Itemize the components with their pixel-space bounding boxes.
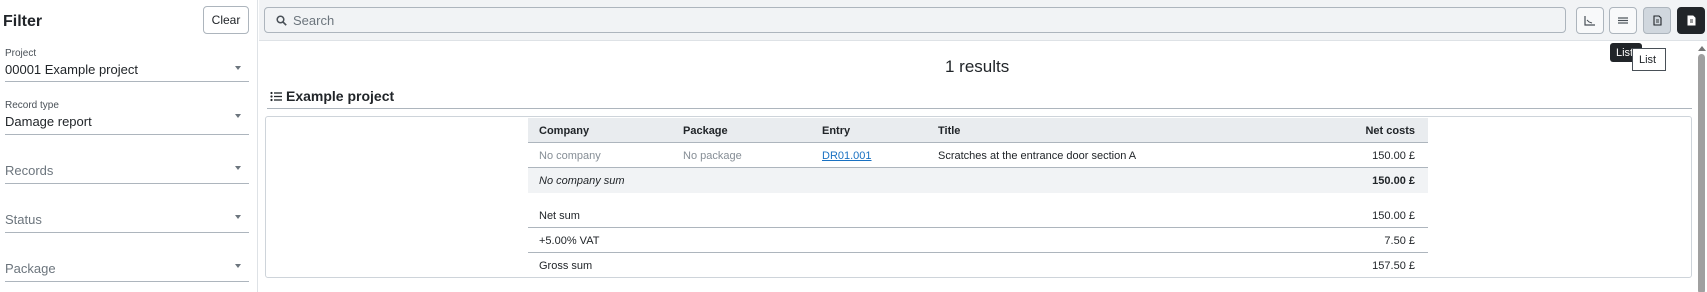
col-net-costs: Net costs bbox=[1365, 125, 1415, 137]
table-row: No company No package DR01.001 Scratches… bbox=[528, 143, 1428, 168]
chevron-down-icon bbox=[235, 114, 241, 118]
cell-package: No package bbox=[683, 150, 742, 162]
net-sum-row: Net sum 150.00 £ bbox=[528, 203, 1428, 228]
chevron-down-icon bbox=[235, 66, 241, 70]
record-type-value: Damage report bbox=[5, 114, 92, 129]
filter-sidebar: Filter Clear Project 00001 Example proje… bbox=[0, 0, 258, 292]
results-count: 1 results bbox=[945, 57, 1010, 76]
list-tooltip: List bbox=[1632, 48, 1666, 71]
subtotal-value: 150.00 £ bbox=[1372, 175, 1415, 187]
record-type-label: Record type bbox=[5, 100, 59, 111]
chart-view-button[interactable] bbox=[1576, 7, 1604, 34]
project-value: 00001 Example project bbox=[5, 62, 138, 77]
chevron-down-icon bbox=[235, 215, 241, 219]
gross-sum-value: 157.50 £ bbox=[1372, 260, 1415, 272]
package-select[interactable]: Package bbox=[5, 254, 249, 282]
net-sum-value: 150.00 £ bbox=[1372, 210, 1415, 222]
cell-net-costs: 150.00 £ bbox=[1372, 150, 1415, 162]
project-label: Project bbox=[5, 48, 37, 59]
table-header-row: Company Package Entry Title Net costs bbox=[528, 118, 1428, 143]
cell-company: No company bbox=[539, 150, 601, 162]
vat-value: 7.50 £ bbox=[1384, 235, 1415, 247]
search-input[interactable] bbox=[293, 10, 1553, 30]
search-icon bbox=[276, 15, 287, 26]
col-entry: Entry bbox=[822, 125, 851, 137]
export-document-button[interactable] bbox=[1677, 7, 1705, 34]
clear-button[interactable]: Clear bbox=[203, 6, 249, 34]
list-view-button[interactable] bbox=[1609, 7, 1637, 34]
col-title: Title bbox=[938, 125, 961, 137]
document-view-button[interactable] bbox=[1643, 7, 1671, 34]
chevron-down-icon bbox=[235, 264, 241, 268]
subtotal-row: No company sum 150.00 £ bbox=[528, 168, 1428, 193]
chart-icon bbox=[1584, 16, 1595, 26]
records-placeholder: Records bbox=[5, 163, 54, 178]
section-title: Example project bbox=[286, 88, 395, 104]
cell-title: Scratches at the entrance door section A bbox=[938, 150, 1137, 162]
list-icon bbox=[270, 91, 282, 102]
vat-row: +5.00% VAT 7.50 £ bbox=[528, 228, 1428, 253]
scrollbar-thumb[interactable] bbox=[1698, 54, 1705, 292]
gross-sum-label: Gross sum bbox=[539, 260, 593, 272]
net-sum-label: Net sum bbox=[539, 210, 580, 222]
topbar bbox=[259, 0, 1707, 41]
project-select[interactable]: Project 00001 Example project bbox=[5, 48, 249, 82]
col-package: Package bbox=[683, 125, 728, 137]
vertical-scrollbar[interactable] bbox=[1698, 46, 1706, 292]
col-company: Company bbox=[539, 125, 590, 137]
subtotal-label: No company sum bbox=[539, 175, 625, 187]
vat-label: +5.00% VAT bbox=[539, 235, 600, 247]
document-icon bbox=[1652, 15, 1662, 26]
package-placeholder: Package bbox=[5, 261, 56, 276]
scroll-up-arrow-icon[interactable] bbox=[1698, 46, 1706, 51]
filter-title: Filter bbox=[3, 13, 43, 30]
entry-link[interactable]: DR01.001 bbox=[822, 150, 872, 162]
status-select[interactable]: Status bbox=[5, 205, 249, 233]
document-export-icon bbox=[1687, 15, 1695, 26]
gross-sum-row: Gross sum 157.50 £ bbox=[528, 253, 1428, 278]
section-divider bbox=[267, 108, 1692, 109]
search-box[interactable] bbox=[264, 7, 1566, 33]
record-type-select[interactable]: Record type Damage report bbox=[5, 97, 249, 135]
list-lines-icon bbox=[1618, 17, 1628, 24]
chevron-down-icon bbox=[235, 166, 241, 170]
status-placeholder: Status bbox=[5, 212, 42, 227]
records-select[interactable]: Records bbox=[5, 156, 249, 184]
